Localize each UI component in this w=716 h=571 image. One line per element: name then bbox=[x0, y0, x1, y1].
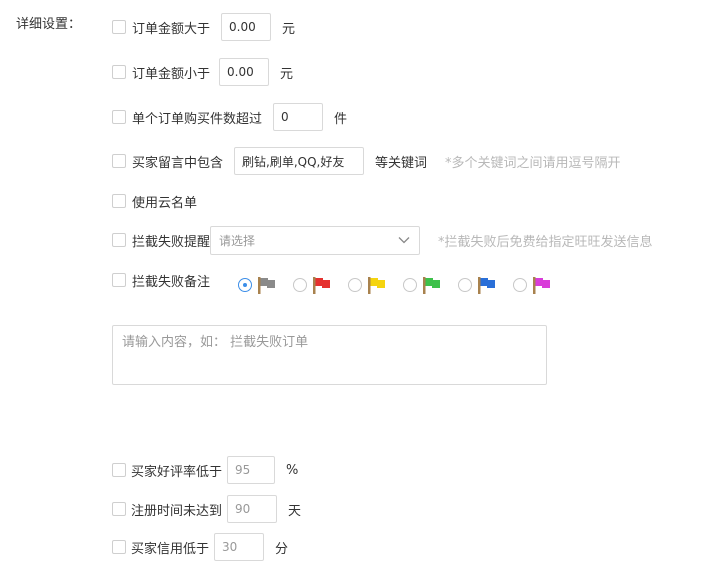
credit-checkbox[interactable] bbox=[112, 540, 126, 554]
flag-radio-purple[interactable] bbox=[513, 278, 527, 292]
amount-gt-label: 订单金额大于 bbox=[132, 21, 211, 37]
fail-memo-checkbox[interactable] bbox=[112, 273, 126, 287]
good-rate-input[interactable]: 95 bbox=[227, 456, 276, 484]
amount-lt-label: 订单金额小于 bbox=[132, 66, 211, 82]
note-contains-label: 买家留言中包含 bbox=[132, 155, 224, 171]
rule-good-rate: 买家好评率低于 95 % bbox=[112, 455, 298, 485]
flag-radio-yellow[interactable] bbox=[348, 278, 362, 292]
good-rate-unit: % bbox=[286, 462, 299, 478]
reg-time-input[interactable]: 90 bbox=[227, 495, 278, 523]
flag-icon-green bbox=[423, 277, 440, 294]
chevron-down-icon bbox=[398, 237, 410, 244]
flag-option-yellow[interactable] bbox=[348, 275, 387, 295]
qty-gt-checkbox[interactable] bbox=[112, 110, 126, 124]
amount-lt-unit: 元 bbox=[280, 66, 294, 82]
cloud-list-checkbox[interactable] bbox=[112, 194, 126, 208]
amount-gt-checkbox[interactable] bbox=[112, 20, 126, 34]
cloud-list-label: 使用云名单 bbox=[132, 195, 198, 211]
flag-radio-blue[interactable] bbox=[458, 278, 472, 292]
rule-fail-memo: 拦截失败备注 bbox=[112, 265, 210, 295]
note-contains-checkbox[interactable] bbox=[112, 154, 126, 168]
good-rate-checkbox[interactable] bbox=[112, 463, 126, 477]
flag-option-gray[interactable] bbox=[238, 275, 277, 295]
fail-remind-checkbox[interactable] bbox=[112, 233, 126, 247]
rule-credit: 买家信用低于 30 分 bbox=[112, 532, 288, 562]
credit-unit: 分 bbox=[275, 541, 289, 557]
rule-cloud-list: 使用云名单 bbox=[112, 186, 197, 216]
flag-radio-red[interactable] bbox=[293, 278, 307, 292]
flag-option-green[interactable] bbox=[403, 275, 442, 295]
qty-gt-label: 单个订单购买件数超过 bbox=[132, 111, 263, 127]
keywords-unit: 等关键词 bbox=[375, 155, 428, 171]
rule-qty-gt: 单个订单购买件数超过 0 件 bbox=[112, 102, 347, 132]
keywords-input[interactable]: 刷钻,刷单,QQ,好友 bbox=[234, 147, 365, 175]
flag-option-purple[interactable] bbox=[513, 275, 552, 295]
flag-radio-gray[interactable] bbox=[238, 278, 252, 292]
keywords-hint: *多个关键词之间请用逗号隔开 bbox=[445, 155, 621, 171]
flag-icon-yellow bbox=[368, 277, 385, 294]
flag-icon-red bbox=[313, 277, 330, 294]
fail-memo-textarea[interactable]: 请输入内容，如： 拦截失败订单 bbox=[112, 325, 547, 385]
fail-remind-select[interactable]: 请选择 bbox=[210, 225, 421, 255]
credit-input[interactable]: 30 bbox=[214, 533, 265, 561]
good-rate-label: 买家好评率低于 bbox=[131, 464, 223, 480]
amount-gt-input[interactable]: 0.00 bbox=[221, 13, 272, 41]
section-label: 详细设置： bbox=[16, 17, 82, 32]
qty-gt-input[interactable]: 0 bbox=[273, 103, 324, 131]
flag-icon-purple bbox=[533, 277, 550, 294]
fail-remind-placeholder: 请选择 bbox=[219, 233, 256, 248]
fail-remind-hint: *拦截失败后免费给指定旺旺发送信息 bbox=[438, 234, 653, 250]
amount-lt-checkbox[interactable] bbox=[112, 65, 126, 79]
qty-gt-unit: 件 bbox=[334, 111, 348, 127]
amount-lt-input[interactable]: 0.00 bbox=[219, 58, 270, 86]
rule-fail-remind: 拦截失败提醒 请选择 *拦截失败后免费给指定旺旺发送信息 bbox=[112, 225, 653, 255]
fail-remind-label: 拦截失败提醒 bbox=[132, 234, 211, 250]
rule-amount-gt: 订单金额大于 0.00 元 bbox=[112, 12, 295, 42]
flag-icon-gray bbox=[258, 277, 275, 294]
flag-icon-blue bbox=[478, 277, 495, 294]
rule-note-contains: 买家留言中包含 刷钻,刷单,QQ,好友 等关键词 *多个关键词之间请用逗号隔开 bbox=[112, 146, 621, 176]
flag-radio-green[interactable] bbox=[403, 278, 417, 292]
rule-reg-time: 注册时间未达到 90 天 bbox=[112, 494, 301, 524]
amount-gt-unit: 元 bbox=[282, 21, 296, 37]
flag-radio-group bbox=[238, 275, 552, 295]
flag-option-red[interactable] bbox=[293, 275, 332, 295]
rule-amount-lt: 订单金额小于 0.00 元 bbox=[112, 57, 293, 87]
credit-label: 买家信用低于 bbox=[131, 541, 210, 557]
reg-time-checkbox[interactable] bbox=[112, 502, 126, 516]
reg-time-unit: 天 bbox=[288, 503, 302, 519]
fail-memo-label: 拦截失败备注 bbox=[132, 274, 211, 290]
flag-option-blue[interactable] bbox=[458, 275, 497, 295]
reg-time-label: 注册时间未达到 bbox=[131, 503, 223, 519]
